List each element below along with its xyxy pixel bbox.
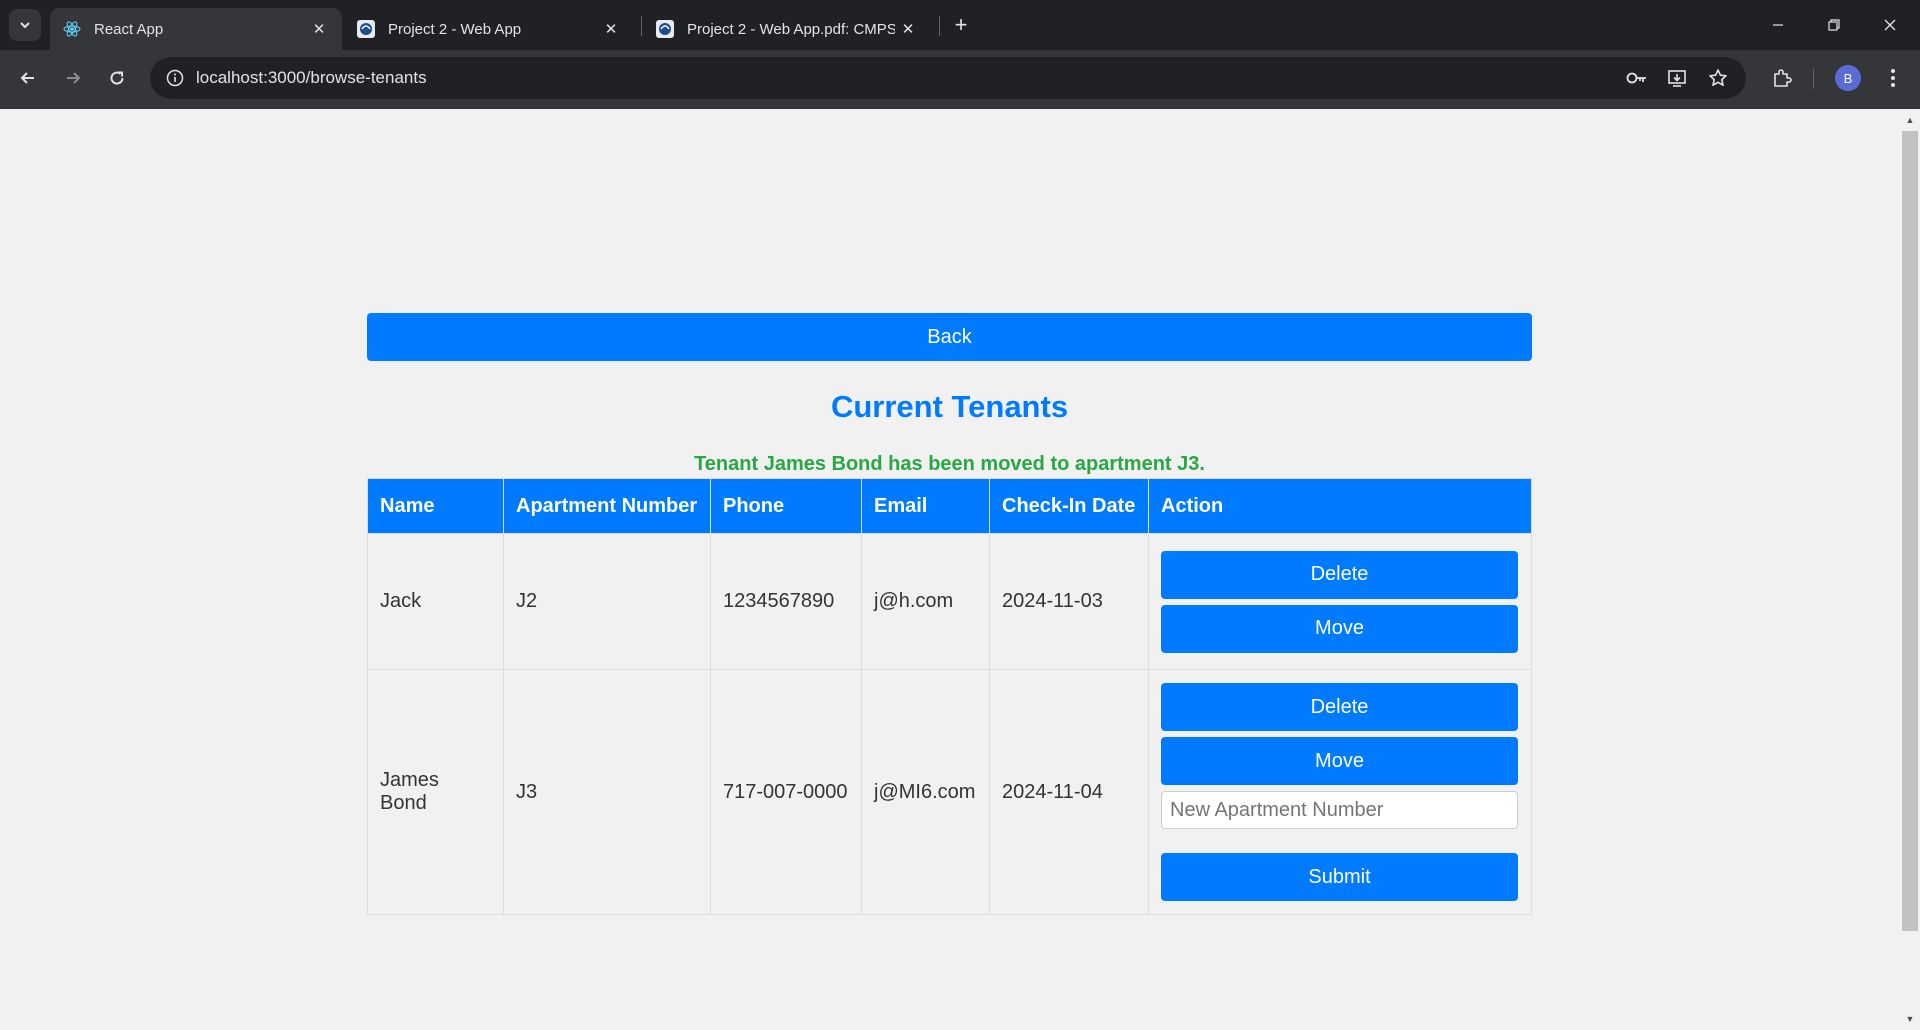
table-row: James Bond J3 717-007-0000 j@MI6.com 202… xyxy=(367,669,1532,915)
react-icon xyxy=(62,19,82,39)
tab-react-app[interactable]: React App ✕ xyxy=(50,8,342,50)
close-icon[interactable]: ✕ xyxy=(306,16,332,42)
new-tab-button[interactable]: + xyxy=(946,10,976,40)
site-info-icon[interactable] xyxy=(160,63,190,93)
star-icon[interactable] xyxy=(1703,63,1733,93)
reload-button[interactable] xyxy=(99,60,135,96)
forward-nav-button[interactable] xyxy=(55,60,91,96)
tenants-container: Back Current Tenants Tenant James Bond h… xyxy=(367,313,1532,915)
cell-apartment: J3 xyxy=(503,669,711,915)
close-icon[interactable]: ✕ xyxy=(895,16,921,42)
arrow-left-icon xyxy=(20,72,34,84)
more-menu-icon[interactable] xyxy=(1876,61,1910,95)
cell-checkin: 2024-11-04 xyxy=(989,669,1149,915)
close-window-button[interactable] xyxy=(1862,0,1918,50)
cell-phone: 717-007-0000 xyxy=(710,669,862,915)
close-icon[interactable]: ✕ xyxy=(598,16,624,42)
tab-title: Project 2 - Web App xyxy=(388,20,522,38)
cell-name: James Bond xyxy=(367,669,504,915)
avatar[interactable]: B xyxy=(1835,65,1861,91)
cell-action: Delete Move xyxy=(1148,533,1532,670)
new-apartment-input[interactable] xyxy=(1161,791,1518,829)
column-header-phone: Phone xyxy=(710,478,862,534)
column-header-action: Action xyxy=(1148,478,1532,534)
cell-email: j@h.com xyxy=(861,533,990,670)
cell-name: Jack xyxy=(367,533,504,670)
minimize-button[interactable] xyxy=(1750,0,1806,50)
back-nav-button[interactable] xyxy=(10,60,46,96)
delete-button[interactable]: Delete xyxy=(1161,683,1518,731)
tab-bar: React App ✕ Project 2 - Web App ✕ Projec… xyxy=(0,0,1920,50)
tab-title: Project 2 - Web App.pdf: CMPSC xyxy=(687,20,895,38)
scroll-up-icon[interactable]: ▲ xyxy=(1904,114,1916,126)
table-row: Jack J2 1234567890 j@h.com 2024-11-03 De… xyxy=(367,533,1532,670)
status-message: Tenant James Bond has been moved to apar… xyxy=(694,453,1205,475)
cell-email: j@MI6.com xyxy=(861,669,990,915)
page-title: Current Tenants xyxy=(830,389,1069,424)
close-icon xyxy=(1884,19,1896,31)
column-header-checkin: Check-In Date xyxy=(989,478,1149,534)
chevron-down-icon xyxy=(20,22,30,29)
tab-project-2[interactable]: Project 2 - Web App ✕ xyxy=(344,8,634,50)
submit-button[interactable]: Submit xyxy=(1161,853,1518,901)
cell-apartment: J2 xyxy=(503,533,711,670)
cell-checkin: 2024-11-03 xyxy=(989,533,1149,670)
url-text[interactable]: localhost:3000/browse-tenants xyxy=(196,68,427,88)
reload-icon xyxy=(110,71,124,85)
tenants-table: Name Apartment Number Phone Email Check-… xyxy=(367,478,1532,915)
tab-project-2-pdf[interactable]: Project 2 - Web App.pdf: CMPSC ✕ xyxy=(643,8,933,50)
move-button[interactable]: Move xyxy=(1161,737,1518,785)
column-header-name: Name xyxy=(367,478,504,534)
cell-action: Delete Move Submit xyxy=(1148,669,1532,915)
restore-button[interactable] xyxy=(1806,0,1862,50)
tab-title: React App xyxy=(94,20,164,38)
address-bar[interactable]: localhost:3000/browse-tenants xyxy=(150,57,1746,99)
column-header-email: Email xyxy=(861,478,990,534)
tab-separator xyxy=(641,16,642,36)
move-button[interactable]: Move xyxy=(1161,604,1518,653)
scroll-down-icon[interactable]: ▼ xyxy=(1904,1013,1916,1025)
browser-toolbar: localhost:3000/browse-tenants B xyxy=(0,50,1920,109)
back-button[interactable]: Back xyxy=(367,313,1532,361)
toolbar-separator xyxy=(1813,69,1814,89)
doc-icon xyxy=(655,19,675,39)
doc-icon xyxy=(356,19,376,39)
tab-search-button[interactable] xyxy=(9,9,41,41)
restore-icon xyxy=(1828,19,1840,31)
plus-icon: + xyxy=(954,12,968,37)
install-app-icon[interactable] xyxy=(1662,63,1692,93)
scrollbar-thumb[interactable] xyxy=(1902,131,1918,931)
password-key-icon[interactable] xyxy=(1622,63,1652,93)
cell-phone: 1234567890 xyxy=(710,533,862,670)
tab-separator xyxy=(939,16,940,36)
minimize-icon xyxy=(1773,24,1783,26)
column-header-apartment: Apartment Number xyxy=(503,478,711,534)
arrow-right-icon xyxy=(67,72,81,84)
extensions-puzzle-icon[interactable] xyxy=(1765,61,1799,95)
delete-button[interactable]: Delete xyxy=(1161,550,1518,599)
table-header-row: Name Apartment Number Phone Email Check-… xyxy=(367,478,1532,534)
